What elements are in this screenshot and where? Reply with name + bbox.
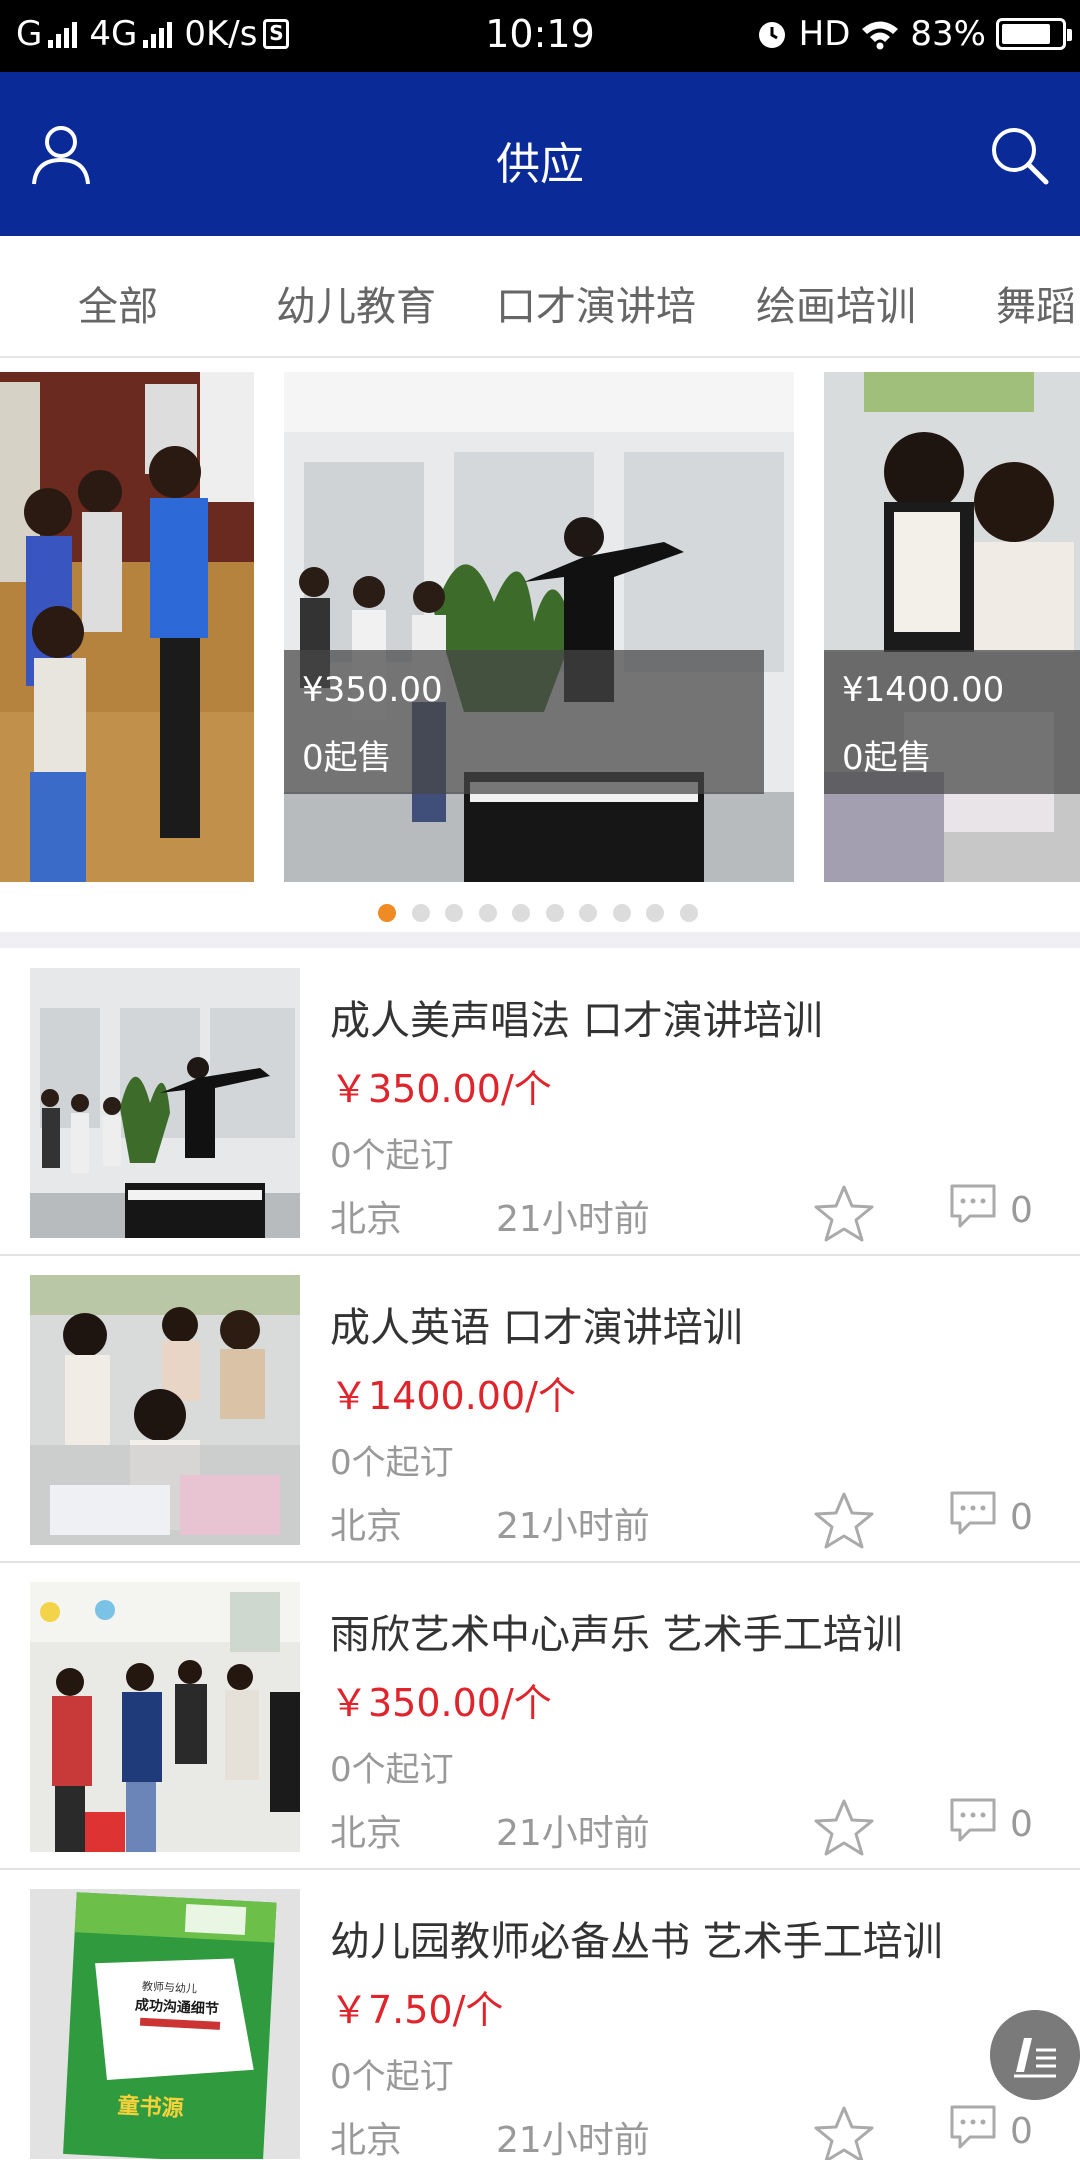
carousel-dot[interactable] bbox=[412, 904, 430, 922]
status-right: HD 83% bbox=[755, 14, 1072, 54]
section-divider bbox=[0, 932, 1080, 948]
carousel-dot[interactable] bbox=[546, 904, 564, 922]
slide-min-sale: 0起售 bbox=[302, 738, 392, 778]
item-price: ￥350.00/个 bbox=[330, 1067, 552, 1111]
item-title[interactable]: 成人英语 口才演讲培训 bbox=[330, 1295, 743, 1353]
comment-icon[interactable] bbox=[948, 1489, 998, 1539]
publish-button[interactable] bbox=[990, 2010, 1080, 2100]
battery-fill bbox=[1002, 24, 1050, 44]
item-thumbnail[interactable]: 教师与幼儿 成功沟通细节 童书源 bbox=[30, 1889, 300, 2159]
status-bar: G 4G 0K/s S 10:19 HD 83% bbox=[0, 0, 1080, 72]
carousel-dot[interactable] bbox=[479, 904, 497, 922]
list-item[interactable]: 教师与幼儿 成功沟通细节 童书源 幼儿园教师必备丛书 艺术手工培训 ￥7.50/… bbox=[0, 1871, 1080, 2160]
comment-count: 0 bbox=[1010, 2111, 1033, 2152]
list-item[interactable]: 雨欣艺术中心声乐 艺术手工培训 ￥350.00/个 0个起订 北京 21小时前 … bbox=[0, 1564, 1080, 1870]
item-title[interactable]: 成人美声唱法 口才演讲培训 bbox=[330, 988, 823, 1046]
english-class-thumb bbox=[30, 1275, 300, 1545]
item-title[interactable]: 雨欣艺术中心声乐 艺术手工培训 bbox=[330, 1602, 903, 1660]
slide-price: ¥1400.00 bbox=[842, 670, 1005, 710]
wifi-icon bbox=[862, 21, 899, 50]
slide-price: ¥350.00 bbox=[302, 670, 443, 710]
item-time: 21小时前 bbox=[496, 1506, 650, 1547]
item-location: 北京 bbox=[330, 1199, 403, 1240]
book-cover-brand: 童书源 bbox=[117, 2093, 184, 2122]
tab-all[interactable]: 全部 bbox=[78, 274, 158, 332]
star-icon[interactable] bbox=[812, 1489, 876, 1553]
carousel-dot[interactable] bbox=[512, 904, 530, 922]
comment-count: 0 bbox=[1010, 1497, 1033, 1538]
carousel-dot[interactable] bbox=[680, 904, 698, 922]
item-price: ￥7.50/个 bbox=[330, 1988, 504, 2032]
comment-icon[interactable] bbox=[948, 2103, 998, 2153]
app-header: 供应 bbox=[0, 72, 1080, 236]
carousel-dot[interactable] bbox=[579, 904, 597, 922]
alarm-icon bbox=[758, 22, 785, 48]
carousel-dots bbox=[0, 904, 1080, 924]
category-tabs: 全部 幼儿教育 口才演讲培 绘画培训 舞蹈 bbox=[0, 236, 1080, 358]
item-time: 21小时前 bbox=[496, 1813, 650, 1854]
carousel-slide[interactable] bbox=[0, 372, 254, 882]
item-time: 21小时前 bbox=[496, 2120, 650, 2160]
star-icon[interactable] bbox=[812, 2103, 876, 2160]
comment-icon[interactable] bbox=[948, 1796, 998, 1846]
carousel-slide[interactable]: ¥350.00 0起售 bbox=[284, 372, 794, 882]
carousel-dot[interactable] bbox=[378, 904, 396, 922]
item-location: 北京 bbox=[330, 1506, 403, 1547]
item-thumbnail[interactable] bbox=[30, 1275, 300, 1545]
vocal-class-thumb bbox=[30, 1582, 300, 1852]
item-min-order: 0个起订 bbox=[330, 2057, 454, 2097]
item-min-order: 0个起订 bbox=[330, 1750, 454, 1790]
item-location: 北京 bbox=[330, 1813, 403, 1854]
carousel-dot[interactable] bbox=[646, 904, 664, 922]
carousel-dot[interactable] bbox=[445, 904, 463, 922]
singing-class-photo bbox=[284, 372, 794, 882]
list-item[interactable]: 成人英语 口才演讲培训 ￥1400.00/个 0个起订 北京 21小时前 0 bbox=[0, 1257, 1080, 1563]
item-thumbnail[interactable] bbox=[30, 1582, 300, 1852]
item-title[interactable]: 幼儿园教师必备丛书 艺术手工培训 bbox=[330, 1909, 943, 1967]
carousel-slide[interactable]: ¥1400.00 0起售 bbox=[824, 372, 1080, 882]
item-min-order: 0个起订 bbox=[330, 1136, 454, 1176]
slide-min-sale: 0起售 bbox=[842, 738, 932, 778]
singing-class-thumb bbox=[30, 968, 300, 1238]
star-icon[interactable] bbox=[812, 1182, 876, 1246]
item-time: 21小时前 bbox=[496, 1199, 650, 1240]
star-icon[interactable] bbox=[812, 1796, 876, 1860]
banner-carousel[interactable]: ¥350.00 0起售 ¥1400.00 0起售 bbox=[0, 372, 1080, 882]
battery-percent: 83% bbox=[910, 14, 986, 54]
tab-speech-training[interactable]: 口才演讲培 bbox=[496, 274, 696, 332]
item-thumbnail[interactable] bbox=[30, 968, 300, 1238]
comment-count: 0 bbox=[1010, 1190, 1033, 1231]
carousel-dot[interactable] bbox=[613, 904, 631, 922]
tab-painting[interactable]: 绘画培训 bbox=[756, 274, 916, 332]
battery-icon bbox=[996, 18, 1072, 50]
hd-indicator: HD bbox=[798, 14, 851, 54]
item-location: 北京 bbox=[330, 2120, 403, 2160]
comment-icon[interactable] bbox=[948, 1182, 998, 1232]
tab-early-education[interactable]: 幼儿教育 bbox=[276, 274, 436, 332]
dance-class-photo bbox=[0, 372, 254, 882]
item-min-order: 0个起订 bbox=[330, 1443, 454, 1483]
item-price: ￥1400.00/个 bbox=[330, 1374, 576, 1418]
list-item[interactable]: 成人美声唱法 口才演讲培训 ￥350.00/个 0个起订 北京 21小时前 0 bbox=[0, 950, 1080, 1256]
item-price: ￥350.00/个 bbox=[330, 1681, 552, 1725]
english-class-photo bbox=[824, 372, 1080, 882]
book-cover-thumb: 教师与幼儿 成功沟通细节 童书源 bbox=[30, 1889, 300, 2159]
page-title: 供应 bbox=[496, 139, 584, 190]
comment-count: 0 bbox=[1010, 1804, 1033, 1845]
tab-dance[interactable]: 舞蹈 bbox=[996, 274, 1076, 332]
search-icon[interactable] bbox=[986, 122, 1052, 188]
